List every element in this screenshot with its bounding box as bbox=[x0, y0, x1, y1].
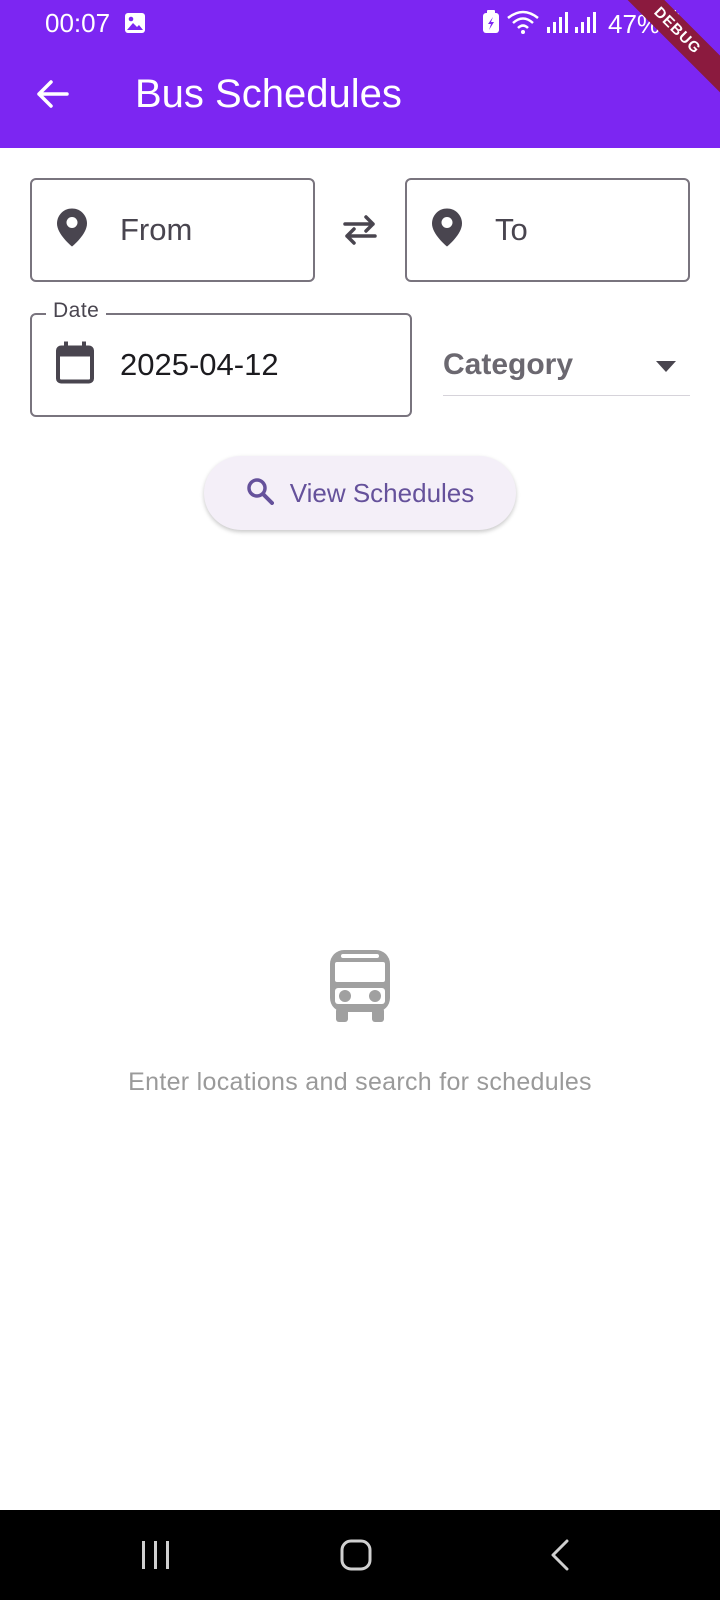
location-pin-icon bbox=[431, 208, 463, 253]
search-icon bbox=[246, 477, 274, 510]
view-schedules-button[interactable]: View Schedules bbox=[204, 456, 516, 530]
from-field[interactable]: From bbox=[30, 178, 315, 282]
to-label: To bbox=[495, 212, 528, 247]
home-button[interactable] bbox=[326, 1530, 386, 1580]
image-notification-icon bbox=[124, 12, 146, 39]
swap-icon bbox=[343, 215, 377, 245]
status-time: 00:07 bbox=[45, 8, 111, 38]
date-field[interactable]: Date 2025-04-12 bbox=[30, 299, 412, 417]
dropdown-arrow-icon bbox=[656, 360, 676, 378]
back-button[interactable] bbox=[28, 70, 76, 118]
recent-apps-icon bbox=[142, 1541, 169, 1569]
signal-icon bbox=[546, 10, 568, 39]
view-schedules-label: View Schedules bbox=[289, 477, 475, 508]
status-bar: 00:07 47% bbox=[0, 0, 720, 48]
calendar-icon bbox=[56, 341, 94, 389]
category-label: Category bbox=[443, 348, 574, 381]
system-back-button[interactable] bbox=[530, 1530, 590, 1580]
home-icon bbox=[340, 1539, 372, 1571]
swap-locations-button[interactable] bbox=[336, 208, 384, 252]
recent-apps-button[interactable] bbox=[126, 1530, 186, 1580]
from-label: From bbox=[120, 212, 193, 247]
arrow-back-icon bbox=[37, 80, 69, 108]
to-field[interactable]: To bbox=[405, 178, 690, 282]
wifi-icon bbox=[506, 10, 540, 39]
back-chevron-icon bbox=[551, 1539, 569, 1571]
page-title: Bus Schedules bbox=[135, 72, 402, 116]
system-nav-bar bbox=[0, 1510, 720, 1600]
category-dropdown[interactable]: Category bbox=[443, 340, 690, 396]
empty-state-message: Enter locations and search for schedules bbox=[128, 1068, 592, 1096]
date-value: 2025-04-12 bbox=[120, 347, 279, 382]
battery-saver-icon bbox=[482, 9, 500, 39]
app-bar: 00:07 47% Bus Schedules bbox=[0, 0, 720, 148]
signal-icon-2 bbox=[574, 10, 596, 39]
bus-icon bbox=[325, 948, 395, 1029]
location-pin-icon bbox=[56, 208, 88, 253]
date-label: Date bbox=[46, 299, 107, 323]
